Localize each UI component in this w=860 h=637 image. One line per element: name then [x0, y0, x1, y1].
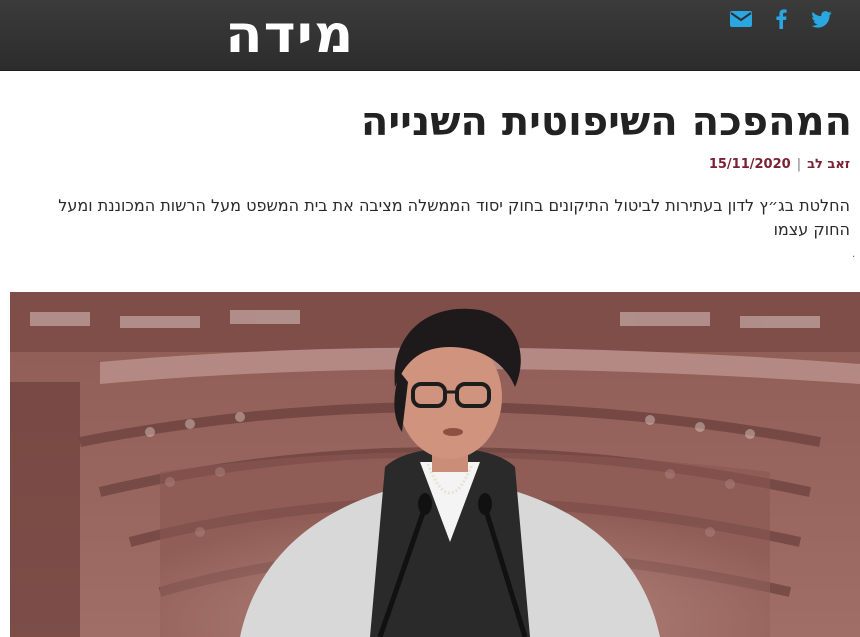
site-header: מידה	[0, 0, 860, 71]
article-hero-image	[10, 292, 860, 637]
byline-separator: |	[796, 157, 802, 172]
site-logo[interactable]: מידה	[225, 4, 353, 66]
facebook-icon[interactable]	[774, 8, 788, 30]
article-lead: החלטת בג״ץ לדון בעתירות לביטול התיקונים …	[58, 196, 850, 239]
mail-icon[interactable]	[729, 8, 753, 30]
dot-separator: .	[852, 249, 856, 260]
publish-date: 15/11/2020	[708, 157, 791, 172]
article-byline: זאב לב | 15/11/2020	[709, 155, 850, 175]
twitter-icon[interactable]	[810, 8, 832, 30]
article-title: המהפכה השיפוטית השנייה	[360, 99, 852, 145]
author-link[interactable]: זאב לב	[807, 157, 850, 172]
